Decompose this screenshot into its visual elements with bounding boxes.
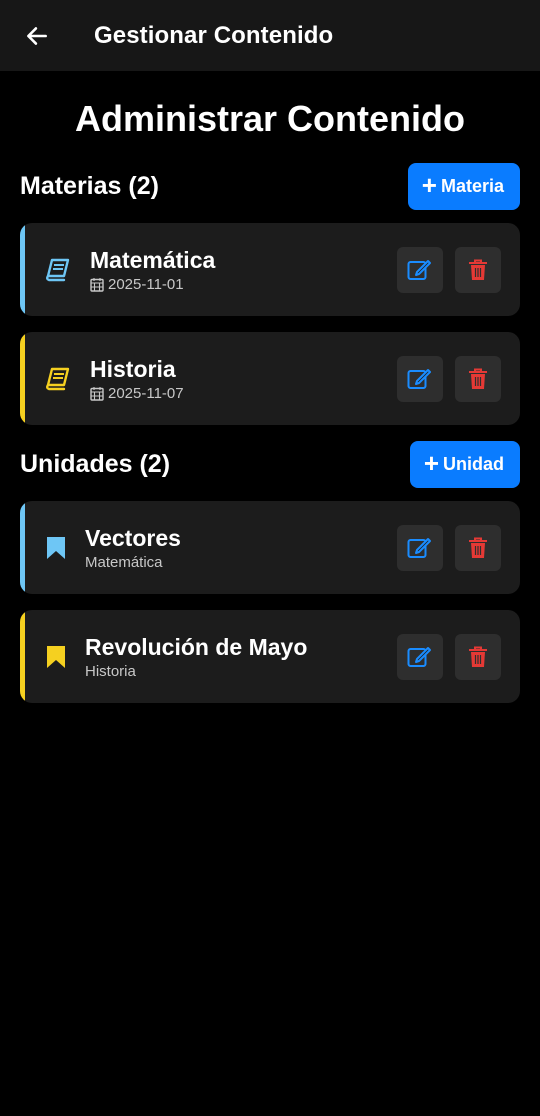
unidad-title: Revolución de Mayo (85, 634, 308, 660)
unidad-card[interactable]: Revolución de Mayo Historia (20, 610, 520, 703)
delete-button[interactable] (455, 633, 501, 680)
materia-date: 2025-11-07 (108, 385, 184, 402)
edit-icon (407, 646, 431, 667)
materias-header: Materias (2) + Materia (0, 163, 540, 210)
edit-button[interactable] (397, 355, 443, 402)
add-materia-button[interactable]: + Materia (407, 163, 520, 210)
materia-title: Historia (90, 356, 176, 382)
card-accent (20, 223, 25, 316)
unidad-card[interactable]: Vectores Matemática (20, 501, 520, 594)
edit-button[interactable] (397, 633, 443, 680)
materia-card[interactable]: Matemática 2025-11-01 (20, 223, 520, 316)
trash-icon (469, 368, 487, 389)
bookmark-icon (43, 644, 69, 670)
card-actions (397, 633, 501, 680)
card-text: Matemática 2025-11-01 (90, 246, 397, 293)
arrow-left-icon (27, 26, 47, 45)
delete-button[interactable] (455, 524, 501, 571)
book-icon (45, 366, 71, 392)
edit-button[interactable] (397, 246, 443, 293)
add-unidad-button[interactable]: + Unidad (409, 441, 520, 488)
trash-icon (469, 537, 487, 558)
card-actions (397, 246, 501, 293)
edit-icon (407, 368, 431, 389)
card-accent (20, 332, 25, 425)
unidad-subject: Matemática (85, 554, 163, 571)
app-bar: Gestionar Contenido (0, 0, 540, 71)
delete-button[interactable] (455, 355, 501, 402)
add-materia-label: Materia (440, 176, 504, 196)
card-actions (397, 524, 501, 571)
bookmark-icon (43, 535, 69, 561)
edit-icon (407, 259, 431, 280)
trash-icon (469, 646, 487, 667)
delete-button[interactable] (455, 246, 501, 293)
materia-card[interactable]: Historia 2025-11-07 (20, 332, 520, 425)
materia-title: Matemática (90, 247, 216, 273)
plus-icon: + (421, 170, 437, 200)
page-title: Administrar Contenido (74, 98, 465, 139)
edit-button[interactable] (397, 524, 443, 571)
unidad-title: Vectores (85, 525, 181, 551)
unidades-section-title: Unidades (2) (20, 450, 171, 478)
card-accent (20, 610, 25, 703)
app-bar-title: Gestionar Contenido (94, 21, 334, 49)
edit-icon (407, 537, 431, 558)
card-actions (397, 355, 501, 402)
materia-date-row: 2025-11-07 (90, 385, 397, 402)
add-unidad-label: Unidad (443, 454, 504, 474)
card-accent (20, 501, 25, 594)
card-text: Vectores Matemática (85, 524, 397, 571)
calendar-icon (90, 386, 104, 401)
materia-date-row: 2025-11-01 (90, 276, 397, 293)
unidades-header: Unidades (2) + Unidad (0, 441, 540, 488)
plus-icon: + (423, 448, 439, 478)
calendar-icon (90, 277, 104, 292)
card-text: Historia 2025-11-07 (90, 355, 397, 402)
back-button[interactable] (22, 21, 52, 51)
card-text: Revolución de Mayo Historia (85, 633, 397, 680)
materia-date: 2025-11-01 (108, 276, 184, 293)
materias-section-title: Materias (2) (20, 172, 159, 200)
unidad-subject: Historia (85, 663, 136, 680)
trash-icon (469, 259, 487, 280)
book-icon (45, 257, 71, 283)
